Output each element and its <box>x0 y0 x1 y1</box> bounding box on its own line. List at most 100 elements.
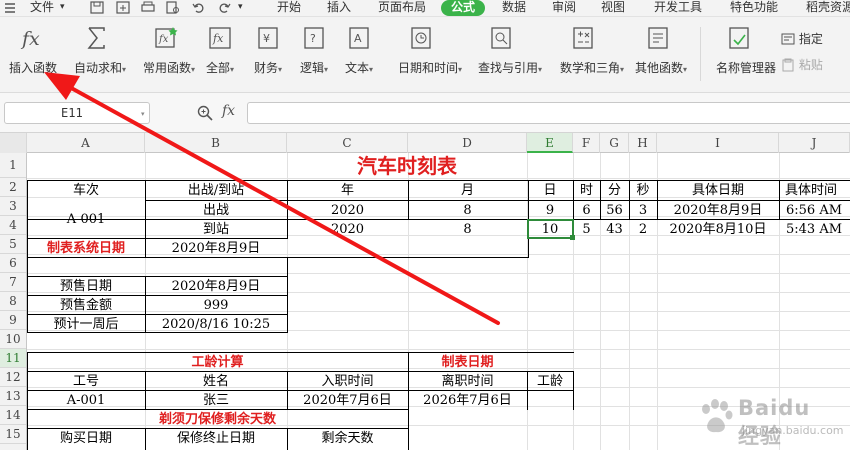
tab-insert[interactable]: 插入 <box>327 0 351 16</box>
selected-cell-e11[interactable] <box>527 219 574 239</box>
warranty-header-cell[interactable]: 保修终止日期 <box>145 429 287 448</box>
tab-data[interactable]: 数据 <box>502 0 526 16</box>
select-all-corner[interactable] <box>0 133 27 153</box>
trip-time-cell[interactable]: 5:43 AM <box>779 220 850 239</box>
trip-hour-cell[interactable]: 6 <box>573 201 600 220</box>
tab-docer-resources[interactable]: 稻壳资源 <box>806 0 850 16</box>
name-manager-button[interactable]: 名称管理器 <box>716 25 776 83</box>
trip-hour-cell[interactable]: 5 <box>573 220 600 239</box>
trip-minute-cell[interactable]: 56 <box>600 201 629 220</box>
date-time-button[interactable]: 日期和时间▾ <box>398 25 462 83</box>
table-date-label[interactable]: 制表日期 <box>408 353 527 372</box>
row-header-4[interactable]: 4 <box>0 216 26 235</box>
row-header-5[interactable]: 5 <box>0 235 26 254</box>
trip-date-cell[interactable]: 2020年8月10日 <box>657 220 779 239</box>
logical-button[interactable]: ? 逻辑▾ <box>300 25 328 83</box>
name-box[interactable]: E11 <box>4 102 150 124</box>
export-icon[interactable] <box>116 1 130 14</box>
row-header-7[interactable]: 7 <box>0 273 26 292</box>
text-functions-button[interactable]: A 文本▾ <box>345 25 373 83</box>
warranty-title[interactable]: 剃须刀保修剩余天数 <box>27 410 408 429</box>
row-header-14[interactable]: 14 <box>0 406 26 425</box>
seniority-header-cell[interactable]: 姓名 <box>145 372 287 391</box>
lookup-reference-button[interactable]: 查找与引用▾ <box>478 25 542 83</box>
file-menu[interactable]: 文件 <box>30 0 54 16</box>
trip-year-cell[interactable]: 2020 <box>287 201 408 220</box>
trip-type-cell[interactable]: 到站 <box>145 220 287 239</box>
column-header-e[interactable]: E <box>527 133 573 153</box>
insert-function-fx-icon[interactable]: fx <box>222 103 235 119</box>
print-preview-icon[interactable] <box>166 1 180 14</box>
other-functions-button[interactable]: 其他函数▾ <box>635 25 687 83</box>
all-functions-button[interactable]: fx 全部▾ <box>206 25 234 83</box>
tab-formula[interactable]: 公式 <box>441 0 485 16</box>
employee-hire-cell[interactable]: 2020年7月6日 <box>287 391 408 410</box>
header-cell[interactable]: 月 <box>408 181 527 200</box>
presale-amount-label[interactable]: 预售金额 <box>27 296 145 315</box>
column-header-c[interactable]: C <box>287 133 408 153</box>
name-box-chevron-icon[interactable]: ▾ <box>141 110 145 118</box>
week-later-value[interactable]: 2020/8/16 10:25 <box>145 315 287 334</box>
trip-day-cell[interactable]: 9 <box>527 201 573 220</box>
common-functions-button[interactable]: fx 常用函数▾ <box>143 25 195 83</box>
trip-minute-cell[interactable]: 43 <box>600 220 629 239</box>
zoom-search-icon[interactable] <box>196 104 214 122</box>
trip-type-cell[interactable]: 出战 <box>145 201 287 220</box>
column-header-a[interactable]: A <box>27 133 145 153</box>
trip-id-cell[interactable]: A-001 <box>27 210 145 229</box>
tab-page-layout[interactable]: 页面布局 <box>378 0 426 16</box>
insert-function-button[interactable]: fx 插入函数 <box>9 25 57 83</box>
trip-second-cell[interactable]: 2 <box>629 220 657 239</box>
define-name-button[interactable]: 指定 <box>781 30 823 46</box>
tab-developer[interactable]: 开发工具 <box>654 0 702 16</box>
column-header-d[interactable]: D <box>408 133 527 153</box>
row-header-1[interactable]: 1 <box>0 153 26 178</box>
row-header-12[interactable]: 12 <box>0 368 26 387</box>
row-header-13[interactable]: 13 <box>0 387 26 406</box>
seniority-header-cell[interactable]: 工龄 <box>527 372 573 391</box>
presale-amount-value[interactable]: 999 <box>145 296 287 315</box>
trip-year-cell[interactable]: 2020 <box>287 220 408 239</box>
header-cell[interactable]: 具体日期 <box>657 181 779 200</box>
presale-date-value[interactable]: 2020年8月9日 <box>145 277 287 296</box>
header-cell[interactable]: 时 <box>573 181 600 200</box>
trip-time-cell[interactable]: 6:56 AM <box>779 201 850 220</box>
trip-second-cell[interactable]: 3 <box>629 201 657 220</box>
menu-icon[interactable] <box>4 0 16 16</box>
employee-name-cell[interactable]: 张三 <box>145 391 287 410</box>
tab-home[interactable]: 开始 <box>277 0 301 16</box>
tab-special-features[interactable]: 特色功能 <box>730 0 778 16</box>
fill-handle[interactable] <box>570 235 575 240</box>
column-header-j[interactable]: J <box>779 133 850 153</box>
tab-review[interactable]: 审阅 <box>552 0 576 16</box>
column-header-g[interactable]: G <box>600 133 629 153</box>
seniority-header-cell[interactable]: 离职时间 <box>408 372 527 391</box>
column-header-h[interactable]: H <box>629 133 657 153</box>
header-cell[interactable]: 车次 <box>27 181 145 200</box>
row-header-9[interactable]: 9 <box>0 311 26 330</box>
tab-view[interactable]: 视图 <box>601 0 625 16</box>
financial-button[interactable]: ¥ 财务▾ <box>254 25 282 83</box>
file-dropdown-chevron-icon[interactable]: ▾ <box>60 0 65 16</box>
warranty-header-cell[interactable]: 剩余天数 <box>287 429 408 448</box>
seniority-title[interactable]: 工龄计算 <box>27 353 408 372</box>
row-header-6[interactable]: 6 <box>0 254 26 273</box>
header-cell[interactable]: 出战/到站 <box>145 181 287 200</box>
presale-date-label[interactable]: 预售日期 <box>27 277 145 296</box>
math-trig-button[interactable]: 数学和三角▾ <box>560 25 624 83</box>
warranty-header-cell[interactable]: 购买日期 <box>27 429 145 448</box>
quick-access-chevron-icon[interactable]: ▾ <box>238 0 243 16</box>
employee-id-cell[interactable]: A-001 <box>27 391 145 410</box>
paste-name-button[interactable]: 粘贴 <box>781 56 823 72</box>
row-header-3[interactable]: 3 <box>0 197 26 216</box>
column-header-b[interactable]: B <box>145 133 287 153</box>
system-date-value[interactable]: 2020年8月9日 <box>145 239 287 258</box>
row-header-2[interactable]: 2 <box>0 178 26 197</box>
trip-month-cell[interactable]: 8 <box>408 201 527 220</box>
row-header-8[interactable]: 8 <box>0 292 26 311</box>
header-cell[interactable]: 秒 <box>629 181 657 200</box>
header-cell[interactable]: 年 <box>287 181 408 200</box>
header-cell[interactable]: 分 <box>600 181 629 200</box>
column-header-i[interactable]: I <box>657 133 779 153</box>
header-cell[interactable]: 具体时间 <box>779 181 850 200</box>
